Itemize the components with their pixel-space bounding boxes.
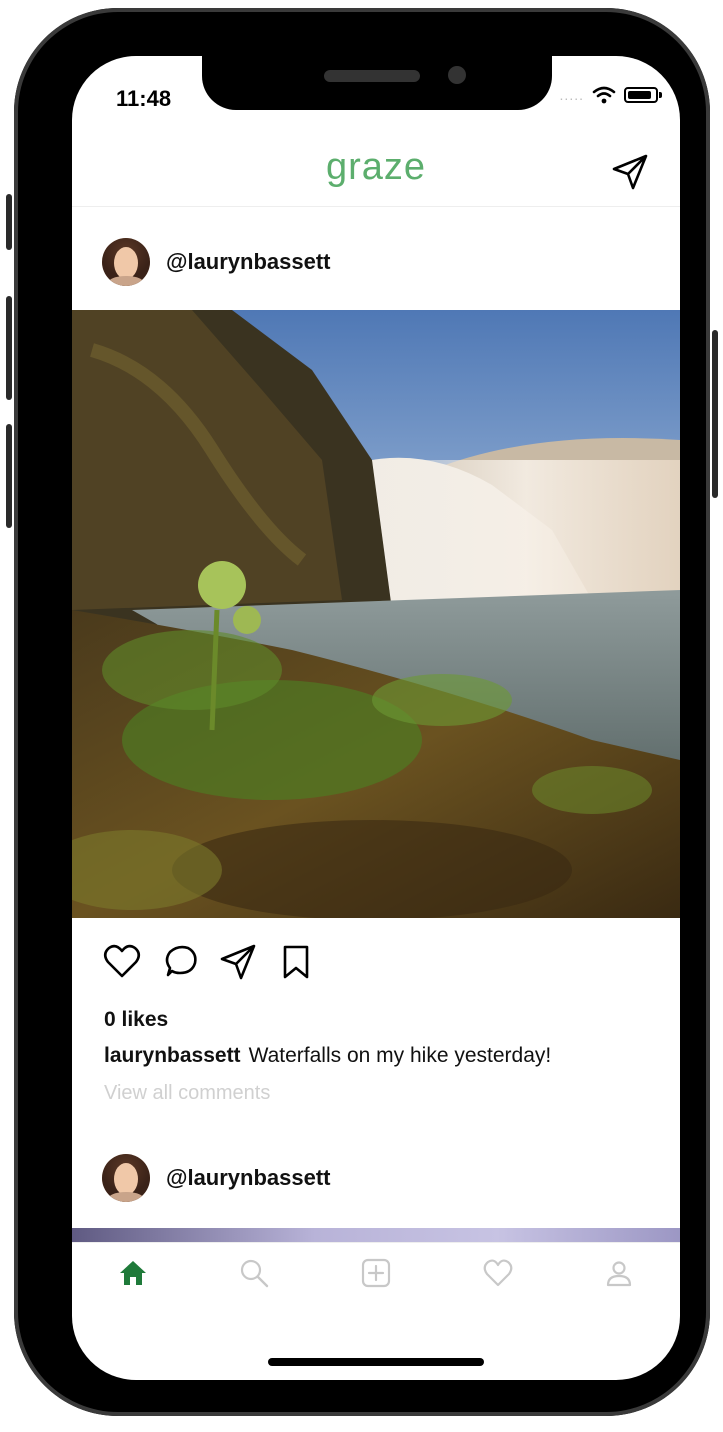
view-all-comments-link[interactable]: View all comments — [104, 1082, 270, 1105]
screen: 11:48 ..... graze @laurynbassett 0 likes… — [72, 56, 680, 1380]
share-icon[interactable] — [218, 942, 258, 982]
app-header: graze — [72, 136, 680, 207]
post-actions — [102, 942, 316, 982]
direct-message-icon[interactable] — [610, 152, 650, 192]
volume-up-button — [6, 296, 12, 400]
post-header: @laurynbassett — [102, 238, 331, 286]
tab-activity[interactable] — [478, 1253, 518, 1293]
tab-add-post[interactable] — [356, 1253, 396, 1293]
notch — [202, 56, 552, 110]
status-indicators: ..... — [559, 86, 662, 104]
bookmark-icon[interactable] — [276, 942, 316, 982]
front-camera — [448, 66, 466, 84]
speaker — [324, 70, 420, 82]
likes-count: 0 likes — [104, 1008, 169, 1031]
tab-home[interactable] — [113, 1253, 153, 1293]
add-post-icon — [361, 1258, 391, 1288]
search-icon — [241, 1259, 269, 1288]
status-time: 11:48 — [116, 86, 172, 111]
post-header: @laurynbassett — [102, 1154, 331, 1202]
home-indicator[interactable] — [268, 1358, 484, 1366]
like-heart-icon[interactable] — [102, 942, 142, 982]
avatar[interactable] — [102, 238, 150, 286]
profile-icon — [607, 1261, 632, 1287]
app-title: graze — [325, 146, 427, 188]
caption-username[interactable]: laurynbassett — [104, 1044, 241, 1067]
home-icon — [119, 1261, 146, 1285]
battery-level — [628, 91, 651, 99]
mute-switch — [6, 194, 12, 250]
battery-icon — [624, 87, 662, 103]
power-button — [712, 330, 718, 498]
heart-icon — [483, 1259, 512, 1287]
post-username[interactable]: @laurynbassett — [166, 249, 331, 275]
wifi-icon — [592, 86, 616, 104]
comment-icon[interactable] — [160, 942, 200, 982]
post-caption: laurynbassett Waterfalls on my hike yeste… — [104, 1044, 551, 1068]
next-post-photo[interactable] — [72, 1228, 680, 1242]
tab-search[interactable] — [234, 1253, 274, 1293]
avatar[interactable] — [102, 1154, 150, 1202]
volume-down-button — [6, 424, 12, 528]
tab-profile[interactable] — [599, 1253, 639, 1293]
signal-icon: ..... — [559, 87, 584, 103]
tab-bar — [72, 1242, 680, 1303]
post-photo[interactable] — [72, 310, 680, 918]
post-username[interactable]: @laurynbassett — [166, 1165, 331, 1191]
phone-frame: 11:48 ..... graze @laurynbassett 0 likes… — [6, 8, 718, 1416]
caption-text: Waterfalls on my hike yesterday! — [248, 1044, 552, 1067]
